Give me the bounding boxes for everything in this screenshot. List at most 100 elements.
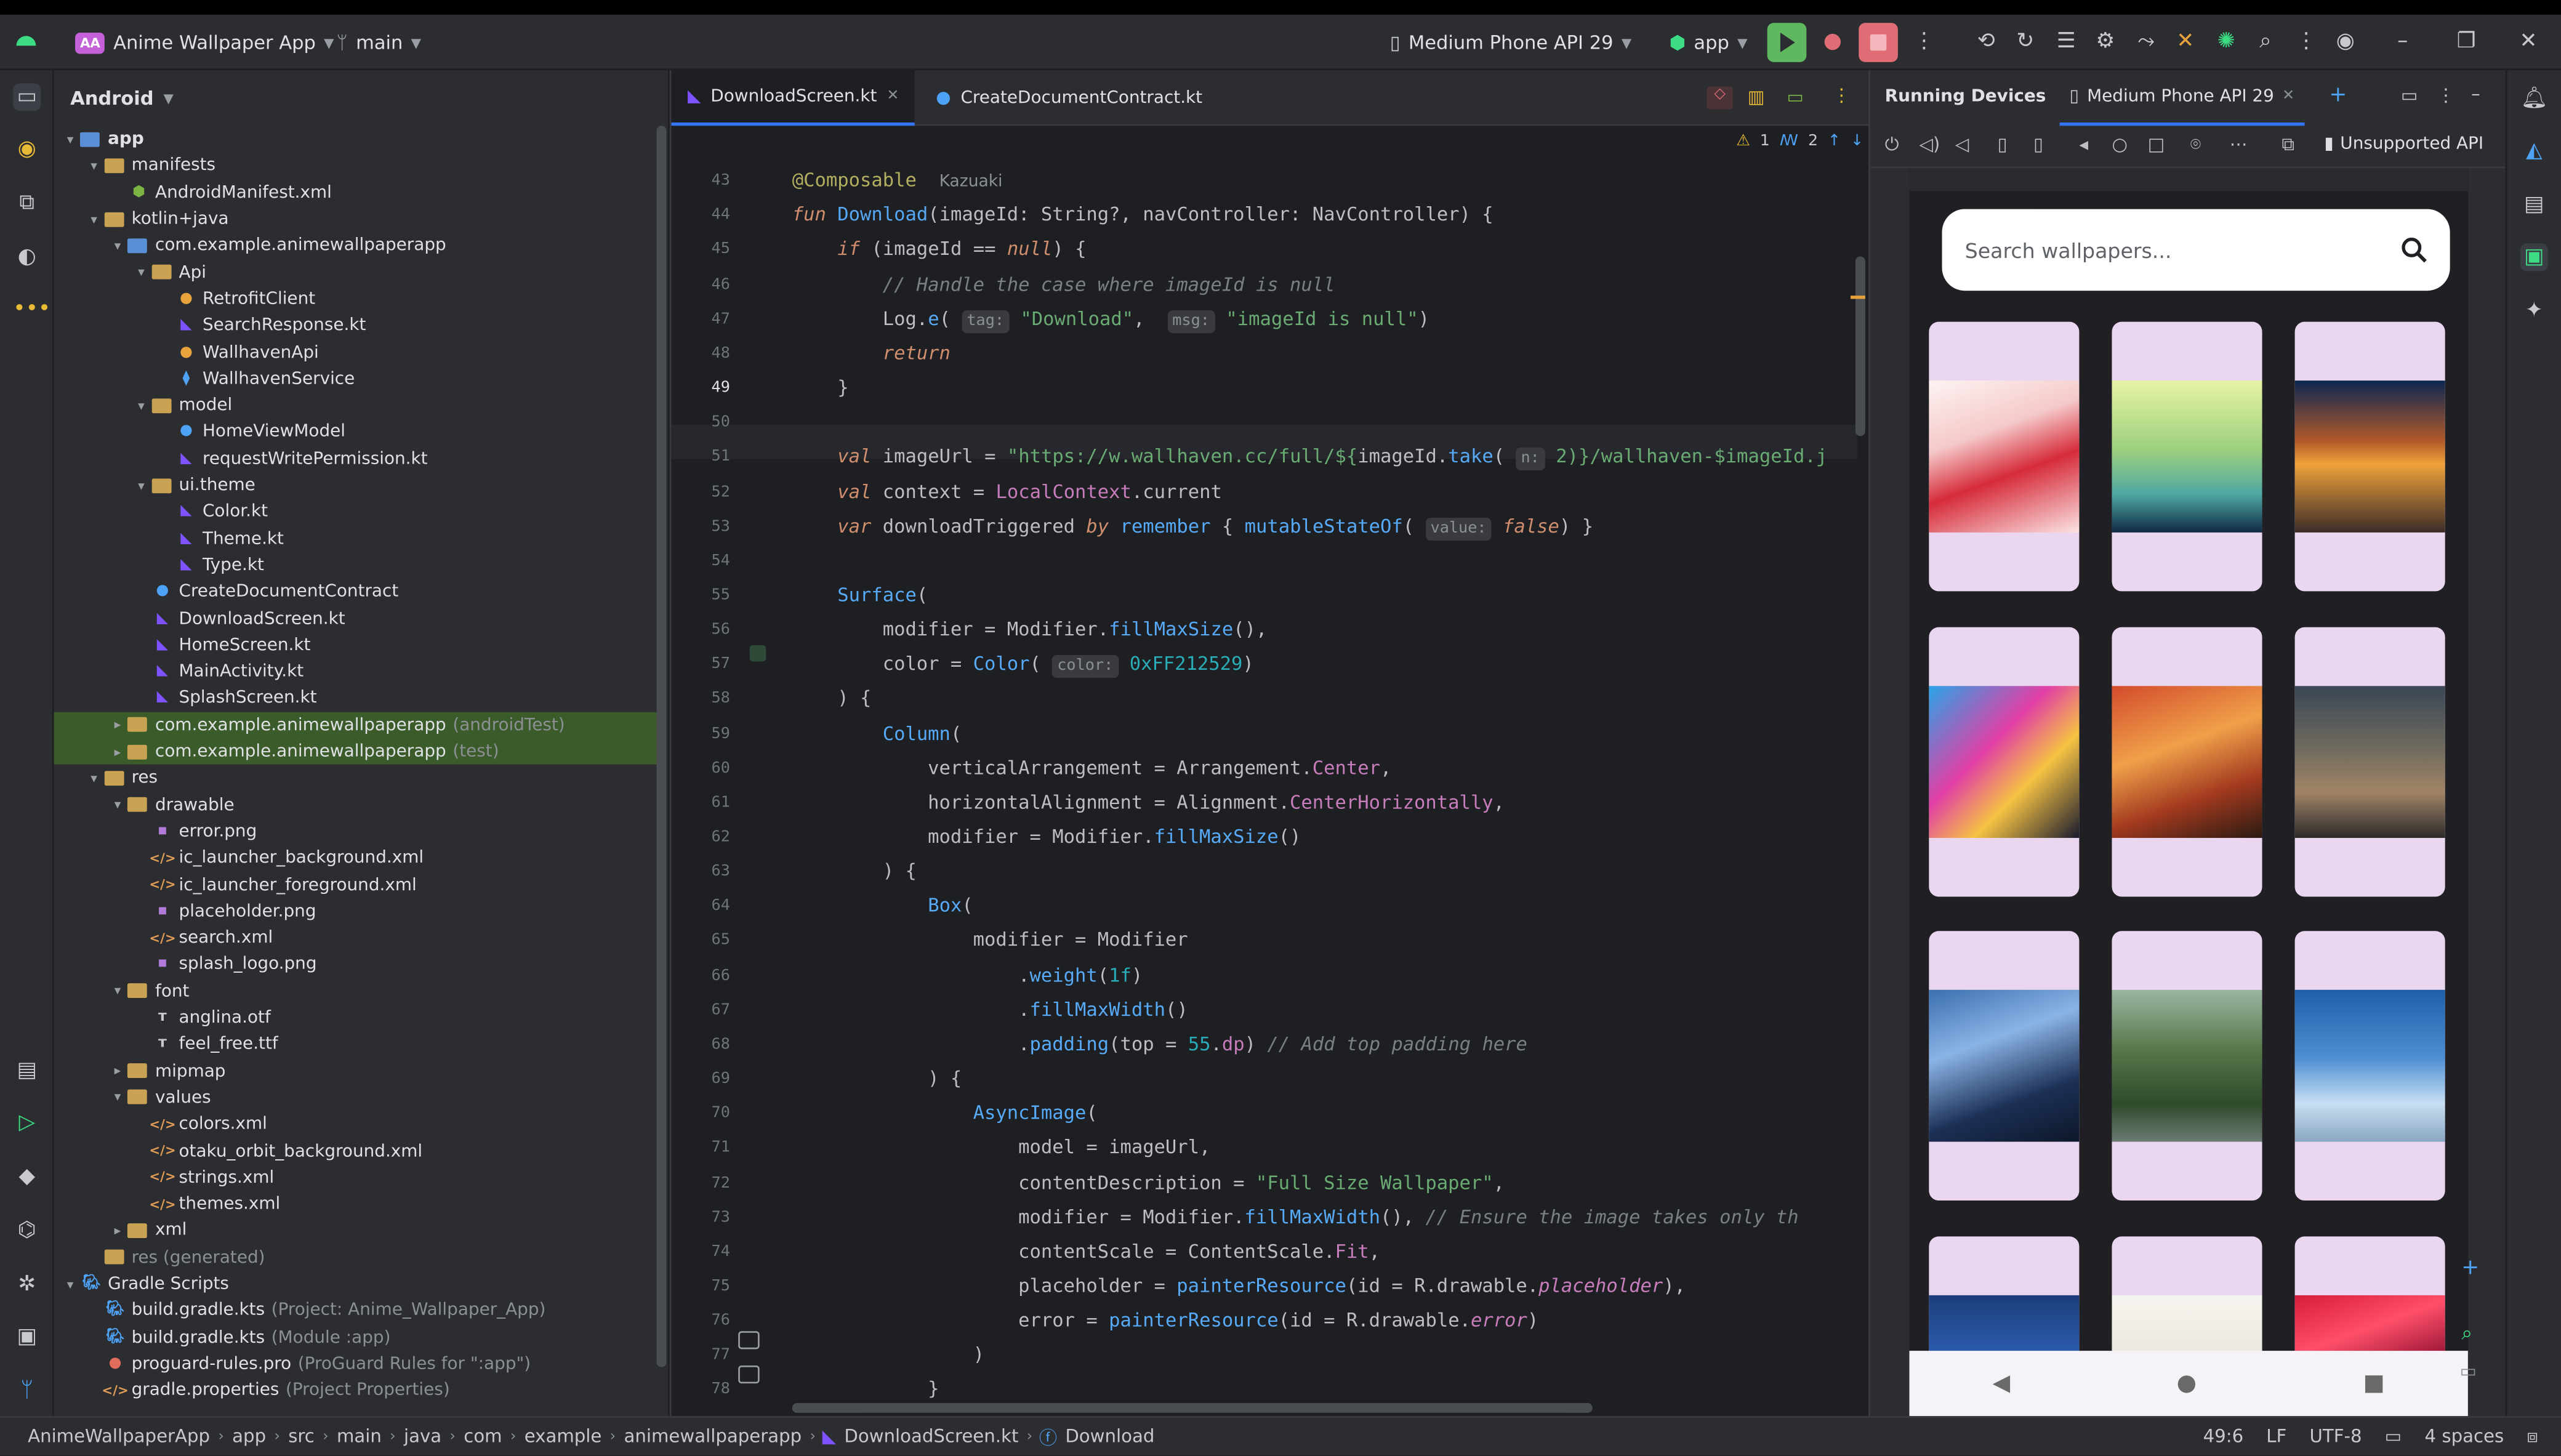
mirror-icon[interactable]: ⧉ [2282,134,2294,157]
screenshot-icon[interactable]: ⌾ [2190,134,2201,157]
tree-item[interactable]: ⧫ WallhavenService [54,365,659,392]
close-tab-icon[interactable]: ✕ [2282,88,2294,105]
tree-item[interactable]: ◣ requestWritePermission.kt [54,445,659,472]
caret-position[interactable]: 49:6 [2203,1426,2244,1447]
run-config-selector[interactable]: ⬢ app ▼ [1669,15,1747,70]
tree-item[interactable]: ● HomeViewModel [54,419,659,445]
tree-item[interactable]: ▸ com.example.animewallpaperapp (androidTe… [54,711,659,738]
wallpaper-thumbnail[interactable] [2294,321,2445,592]
code-line[interactable]: return [792,336,951,371]
project-switcher[interactable]: AA Anime Wallpaper App ▼ [75,15,334,70]
code-line[interactable]: .weight(1f) [792,958,1143,992]
overflow-menu-icon[interactable]: ⋮ [2293,30,2319,55]
code-line[interactable]: error = painterResource(id = R.drawable.… [792,1303,1538,1338]
collapse-arrow-icon[interactable]: ▸ [108,717,127,732]
tree-item[interactable]: </> search.xml [54,925,659,951]
ai-assistant-icon[interactable]: ✦ [2520,297,2548,325]
tree-item[interactable]: ▾ kotlin+java [54,206,659,232]
wallpaper-thumbnail[interactable] [2112,931,2262,1201]
tree-item[interactable]: ▸ com.example.animewallpaperapp (test) [54,738,659,765]
tree-item[interactable]: ▪ error.png [54,818,659,845]
editor-vertical-scrollbar[interactable] [1855,256,1865,436]
tree-item[interactable]: ▾ res [54,765,659,791]
expand-arrow-icon[interactable]: ▾ [108,238,127,253]
code-line[interactable]: val context = LocalContext.current [792,475,1222,509]
close-window-icon[interactable]: ✕ [2515,30,2541,55]
code-line[interactable]: modifier = Modifier.fillMaxSize(), [792,613,1268,647]
tree-item[interactable]: ▾ manifests [54,153,659,179]
tree-item[interactable]: ◣ Color.kt [54,499,659,525]
line-separator[interactable]: LF [2266,1426,2286,1447]
overview-icon[interactable]: □ [2148,134,2165,155]
wallpaper-thumbnail[interactable] [1929,626,2080,896]
tree-item[interactable]: </> colors.xml [54,1111,659,1137]
rotate-left-icon[interactable]: ▯ [1998,134,2008,155]
tree-item[interactable]: ▾ values [54,1084,659,1111]
more-actions-icon[interactable]: ⋮ [1911,30,1937,55]
tree-item[interactable]: ▾ model [54,392,659,419]
tree-item[interactable]: ● proguard-rules.pro (ProGuard Rules for "… [54,1351,659,1377]
code-line[interactable]: } [792,1373,939,1407]
breadcrumb-item[interactable]: example [525,1426,602,1447]
tree-item[interactable]: ▸ mipmap [54,1058,659,1084]
zoom-fit-icon[interactable]: ⌕ [2461,1321,2472,1346]
app-quality-icon[interactable]: ◆ [13,1163,41,1191]
search-everywhere-icon[interactable]: ⌕ [2253,30,2278,55]
tree-item[interactable]: </> strings.xml [54,1164,659,1191]
tree-item[interactable]: ▾ Api [54,259,659,286]
nav-recents-icon[interactable]: ■ [2363,1370,2384,1396]
editor-more-icon[interactable]: ⋮ [1833,85,1851,106]
code-line[interactable]: fun Download(imageId: String?, navContro… [792,198,1494,233]
prev-highlight-icon[interactable]: ↑ [1828,132,1841,150]
run-tool-icon[interactable]: ▷ [13,1109,41,1136]
resource-manager-icon[interactable]: ⧉ [13,190,41,217]
android-logo-icon[interactable] [13,30,39,55]
wallpaper-thumbnail[interactable] [2294,1236,2445,1360]
tree-item[interactable]: 🐘︎ build.gradle.kts (Module :app) [54,1324,659,1350]
expand-arrow-icon[interactable]: ▾ [108,984,127,999]
wallpaper-thumbnail[interactable] [2294,626,2445,896]
volume-down-icon[interactable]: ◁ [1955,134,1969,155]
add-device-icon[interactable]: + [2329,83,2347,108]
tree-item[interactable]: ▪ placeholder.png [54,898,659,924]
indent-setting[interactable]: 4 spaces [2425,1426,2504,1447]
code-line[interactable]: modifier = Modifier.fillMaxWidth(), // E… [792,1200,1799,1234]
code-line[interactable]: ) { [792,1062,962,1096]
editor-horizontal-scrollbar[interactable] [792,1403,1593,1413]
code-line[interactable]: contentDescription = "Full Size Wallpape… [792,1165,1505,1200]
tree-item[interactable]: ▪ splash_logo.png [54,951,659,978]
expand-arrow-icon[interactable]: ▾ [132,478,151,493]
collapse-arrow-icon[interactable]: ▸ [108,1223,127,1238]
next-highlight-icon[interactable]: ↓ [1851,132,1863,150]
wallpaper-thumbnail[interactable] [1929,931,2080,1201]
more-device-actions-icon[interactable]: ⋯ [2229,134,2247,155]
expand-arrow-icon[interactable]: ▾ [108,797,127,812]
build-hammer-icon[interactable]: ✕ [2173,30,2198,55]
stop-button[interactable] [1859,23,1898,62]
build-variants-icon[interactable]: ✲ [13,1271,41,1298]
github-icon[interactable]: ◐ [13,243,41,271]
expand-arrow-icon[interactable]: ▾ [60,132,80,147]
code-line[interactable]: Surface( [792,578,928,613]
code-line[interactable]: ) [792,1338,984,1373]
expand-arrow-icon[interactable]: ▾ [84,212,104,227]
expand-arrow-icon[interactable]: ▾ [84,158,104,173]
sync-gradle-icon[interactable]: ☰ [2053,30,2079,55]
breadcrumb-item[interactable]: AnimeWallpaperApp [28,1426,210,1447]
code-line[interactable]: placeholder = painterResource(id = R.dra… [792,1269,1686,1303]
tree-item[interactable]: res (generated) [54,1244,659,1271]
inspection-widget[interactable]: ⚠ 1 ꟿ2 ↑ ↓ [1736,132,1863,150]
expand-arrow-icon[interactable]: ▾ [60,1276,80,1291]
home-icon[interactable]: ○ [2112,134,2127,155]
tree-item[interactable]: ▾ com.example.animewallpaperapp [54,232,659,259]
tree-item[interactable]: ◣ MainActivity.kt [54,658,659,685]
account-icon[interactable]: ◉ [2333,30,2358,55]
rotate-right-icon[interactable]: ▯ [2033,134,2043,155]
tree-item[interactable]: </> otaku_orbit_background.xml [54,1138,659,1164]
code-line[interactable]: .fillMaxWidth() [792,992,1188,1027]
code-line[interactable]: ) { [792,682,871,716]
warning-stripe-marker[interactable] [1850,296,1865,299]
search-icon[interactable] [2401,237,2427,263]
panel-options-icon[interactable]: ⋮ [2437,85,2454,106]
tree-item[interactable]: </> ic_launcher_background.xml [54,845,659,871]
